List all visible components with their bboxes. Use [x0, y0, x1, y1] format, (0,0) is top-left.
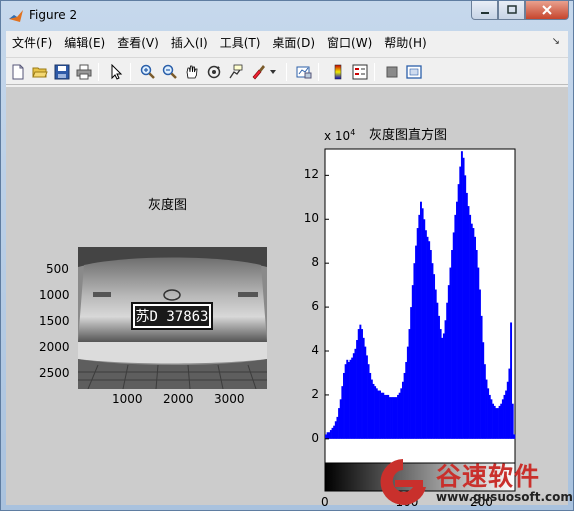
histogram-bar: [511, 403, 514, 439]
data-cursor-icon: [229, 64, 243, 79]
colorbar-icon: [334, 64, 342, 80]
save-button[interactable]: [52, 62, 72, 82]
figure-canvas: 灰度图 苏D 37863 500 1000 1500 2000 2500 100…: [6, 87, 568, 509]
zoom-in-icon: [140, 64, 155, 79]
grayscale-car-image: 苏D 37863: [78, 247, 267, 389]
maximize-icon: [506, 5, 517, 14]
open-icon: [32, 67, 48, 78]
pointer-icon: [111, 64, 123, 80]
data-cursor-button[interactable]: [226, 62, 246, 82]
y-tick-label: 0: [311, 430, 319, 445]
toolbar-separator: [98, 63, 99, 81]
y-tick-label: 2: [311, 386, 319, 401]
brush-dropdown-button[interactable]: [268, 62, 278, 82]
brush-button[interactable]: [248, 62, 268, 82]
y-tick-label: 1000: [39, 288, 70, 302]
minimize-icon: [480, 12, 489, 14]
y-tick-label: 6: [311, 299, 319, 314]
y-exponent-label: x 104: [324, 128, 356, 143]
new-figure-button[interactable]: [8, 62, 28, 82]
maximize-button[interactable]: [498, 1, 525, 20]
pan-button[interactable]: [182, 62, 202, 82]
figure-window: Figure 2 文件(F) 编辑(E) 查看(V) 插入(I) 工具(T) 桌…: [0, 0, 574, 511]
link-plot-icon: [296, 66, 312, 79]
y-tick-label: 12: [303, 167, 319, 182]
colorbar-button[interactable]: [328, 62, 348, 82]
legend-icon: [352, 64, 368, 80]
window-title: Figure 2: [29, 8, 78, 22]
histogram-title: 灰度图直方图: [369, 128, 448, 143]
matlab-logo-icon: [9, 10, 23, 22]
y-tick-label: 1500: [39, 314, 70, 328]
menu-edit[interactable]: 编辑(E): [58, 33, 111, 53]
toolbar-separator: [318, 63, 319, 81]
menu-file[interactable]: 文件(F): [6, 33, 58, 53]
zoom-in-button[interactable]: [138, 62, 158, 82]
toolbar-separator: [130, 63, 131, 81]
toolbar-separator: [286, 63, 287, 81]
new-figure-icon: [12, 64, 24, 80]
license-plate-text: 苏D 37863: [135, 309, 208, 325]
legend-button[interactable]: [350, 62, 370, 82]
window-controls: [471, 1, 569, 20]
y-tick-label: 10: [303, 211, 319, 226]
dock-arrow-icon[interactable]: ↘: [552, 36, 560, 47]
x-tick-label: 1000: [112, 392, 143, 406]
menu-help[interactable]: 帮助(H): [378, 33, 432, 53]
close-button[interactable]: [525, 1, 569, 20]
y-tick-label: 4: [311, 343, 319, 357]
menu-bar: 文件(F) 编辑(E) 查看(V) 插入(I) 工具(T) 桌面(D) 窗口(W…: [6, 31, 568, 55]
x-tick-label: 2000: [163, 392, 194, 406]
title-bar[interactable]: Figure 2: [1, 1, 573, 31]
menu-window[interactable]: 窗口(W): [321, 33, 378, 53]
y-tick-label: 500: [46, 262, 69, 276]
link-plot-button[interactable]: [294, 62, 314, 82]
left-axes-title: 灰度图: [148, 198, 188, 213]
x-tick-label: 0: [321, 495, 329, 509]
chevron-down-icon: [270, 70, 276, 74]
hide-plot-tools-button[interactable]: [382, 62, 402, 82]
pan-icon: [186, 65, 198, 79]
show-plot-tools-button[interactable]: [404, 62, 424, 82]
rotate-3d-button[interactable]: [204, 62, 224, 82]
print-icon: [76, 64, 92, 80]
zoom-out-icon: [162, 64, 177, 79]
rotate-3d-icon: [207, 65, 221, 79]
histogram-bar: [513, 434, 516, 439]
menu-insert[interactable]: 插入(I): [165, 33, 214, 53]
watermark-url: www.gusuosoft.com: [436, 490, 573, 504]
hide-plot-tools-icon: [386, 66, 398, 78]
open-button[interactable]: [30, 62, 50, 82]
close-icon: [542, 5, 552, 15]
menu-tools[interactable]: 工具(T): [214, 33, 267, 53]
pointer-button[interactable]: [106, 62, 126, 82]
y-tick-label: 8: [311, 255, 319, 270]
brush-icon: [252, 65, 265, 80]
y-tick-label: 2000: [39, 340, 70, 354]
save-icon: [54, 64, 70, 80]
gusuo-logo-icon: [380, 459, 426, 505]
watermark-title: 谷速软件: [436, 462, 541, 491]
show-plot-tools-icon: [406, 65, 422, 79]
menu-view[interactable]: 查看(V): [111, 33, 165, 53]
zoom-out-button[interactable]: [160, 62, 180, 82]
x-tick-label: 3000: [214, 392, 245, 406]
histogram-plot: [324, 148, 516, 492]
minimize-button[interactable]: [471, 1, 498, 20]
client-area: 文件(F) 编辑(E) 查看(V) 插入(I) 工具(T) 桌面(D) 窗口(W…: [6, 31, 568, 509]
print-button[interactable]: [74, 62, 94, 82]
toolbar-separator: [374, 63, 375, 81]
figure-toolbar: [6, 57, 568, 85]
y-tick-label: 2500: [39, 366, 70, 380]
menu-desktop[interactable]: 桌面(D): [266, 33, 321, 53]
